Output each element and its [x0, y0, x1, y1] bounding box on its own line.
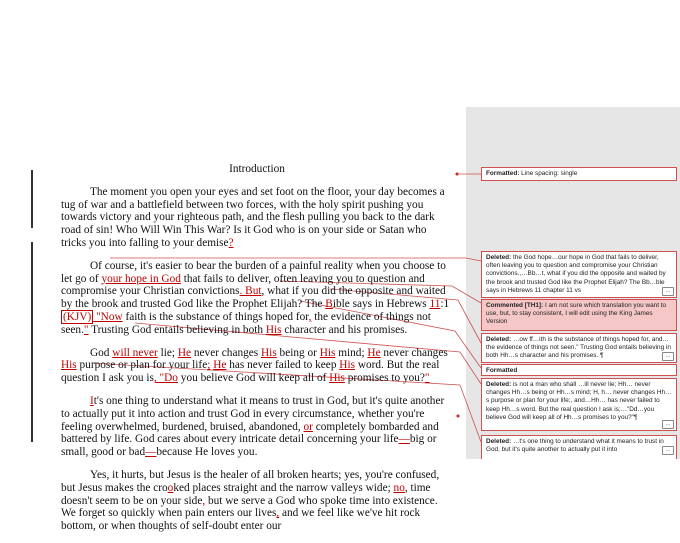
inserted-text: —: [145, 446, 157, 459]
deletion-balloon[interactable]: Deleted: the God hope…our hope in God th…: [481, 251, 677, 298]
expand-balloon-button[interactable]: …: [662, 287, 674, 296]
deletion-balloon[interactable]: Deleted: is not a man who shall …ill nev…: [481, 378, 677, 431]
balloon-text: …ow ff…ith is the substance of things ho…: [486, 336, 671, 360]
formatting-balloon[interactable]: Formatted: [481, 364, 677, 376]
paragraph-4: It's one thing to understand what it mea…: [61, 394, 445, 459]
balloon-label: Deleted:: [486, 254, 512, 261]
paragraph-1: The moment you open your eyes and set fo…: [61, 185, 445, 249]
comment-balloon[interactable]: Commented [TH1]: I am not sure which tra…: [481, 299, 677, 331]
balloon-text: is not a man who shall …ill never lie; H…: [486, 381, 672, 421]
inserted-text: ": [424, 372, 430, 385]
balloon-label: Formatted:: [486, 170, 520, 177]
document-title: Introduction: [229, 163, 285, 175]
inserted-text: or: [303, 420, 313, 433]
balloon-label: Deleted:: [486, 336, 512, 343]
inserted-text: His: [265, 323, 282, 336]
balloon-text: the God hope…our hope in God that fails …: [486, 254, 666, 294]
inserted-text: . But: [239, 285, 262, 298]
document-body[interactable]: Introduction The moment you open your ey…: [61, 163, 453, 543]
inserted-text: —: [398, 433, 410, 446]
formatting-balloon[interactable]: Formatted: Line spacing: single: [481, 167, 677, 181]
inserted-text: "Now: [93, 310, 123, 323]
inserted-text: , "Do: [153, 372, 178, 385]
inserted-text: His: [329, 372, 345, 385]
paragraph-3: God will never lie; He never changes His…: [61, 346, 448, 385]
inserted-text: His: [61, 359, 77, 372]
expand-balloon-button[interactable]: …: [662, 446, 674, 455]
balloon-text: …t's one thing to understand what it mea…: [486, 438, 664, 454]
inserted-text: His: [261, 346, 277, 359]
anchor-dot: [456, 414, 460, 418]
balloon-label: Deleted:: [486, 438, 512, 445]
inserted-text: He: [367, 346, 381, 359]
inserted-text: He: [177, 346, 192, 359]
deletion-balloon[interactable]: Deleted: …t's one thing to understand wh…: [481, 435, 677, 459]
inserted-text: ?: [228, 236, 234, 249]
balloon-label: Commented [TH1]:: [486, 302, 544, 309]
inserted-text: your hope in God: [101, 272, 181, 285]
inserted-text: 11: [429, 298, 441, 311]
inserted-text: He: [213, 359, 227, 372]
balloon-label: Formatted: [486, 367, 518, 374]
inserted-text: will never: [112, 346, 158, 359]
deletion-balloon[interactable]: Deleted: …ow ff…ith is the substance of …: [481, 333, 677, 363]
inserted-text: B: [325, 298, 333, 311]
balloon-text: Line spacing: single: [519, 170, 578, 177]
commented-text[interactable]: (KJV): [61, 309, 94, 324]
inserted-text: His: [319, 346, 336, 359]
paragraph-5: Yes, it hurts, but Jesus is the healer o…: [61, 468, 440, 533]
expand-balloon-button[interactable]: …: [662, 352, 674, 361]
balloon-label: Deleted:: [486, 381, 512, 388]
inserted-text: His: [339, 359, 355, 372]
paragraph-2: Of course, it's easier to bear the burde…: [61, 259, 450, 336]
anchor-dot: [455, 172, 459, 176]
inserted-text: no: [393, 481, 405, 494]
expand-balloon-button[interactable]: …: [662, 420, 674, 429]
